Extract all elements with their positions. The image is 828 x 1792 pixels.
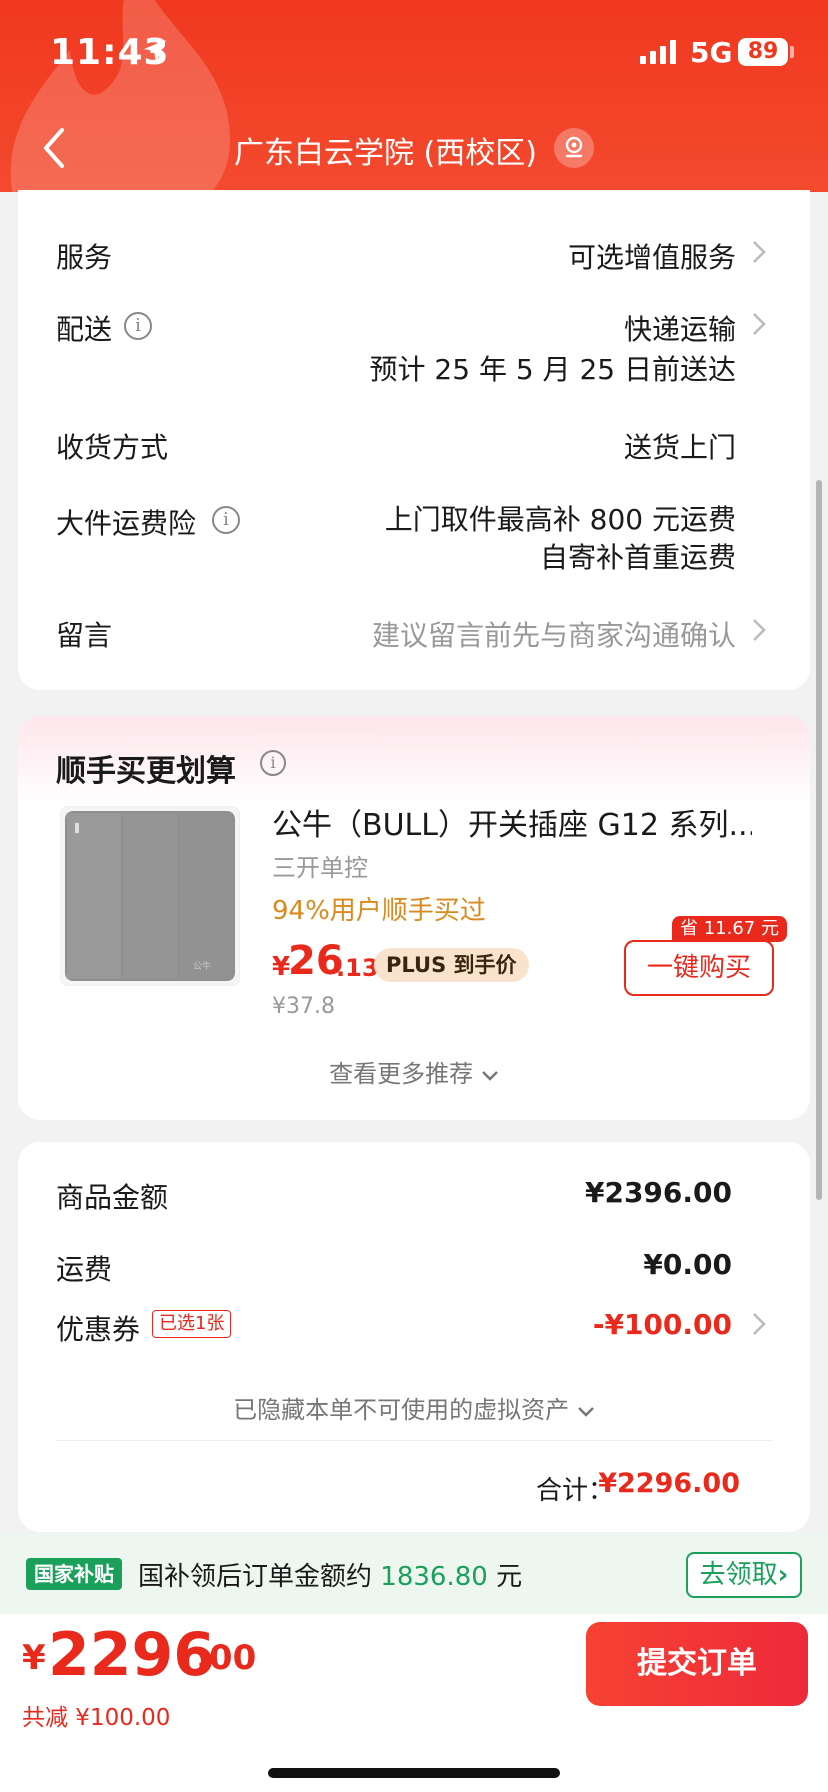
header: 11:43 5G 89 广东白云学院 (西校区) (0, 0, 828, 192)
chevron-down-icon (481, 1071, 498, 1081)
submit-order-button[interactable]: 提交订单 (586, 1622, 808, 1706)
back-arrow-icon[interactable] (40, 126, 70, 170)
shipping-value: ¥0.00 (643, 1248, 732, 1281)
message-label: 留言 (56, 619, 113, 652)
pay-currency: ¥ (22, 1638, 46, 1678)
chevron-right-icon[interactable] (752, 240, 766, 264)
insurance-label: 大件运费险 (56, 507, 197, 540)
location-pin-button[interactable] (554, 128, 594, 168)
chevron-right-icon[interactable] (752, 1312, 766, 1336)
delivery-eta: 预计 25 年 5 月 25 日前送达 (369, 353, 736, 386)
product-name[interactable]: 公牛（BULL）开关插座 G12 系列... (272, 800, 752, 844)
total-value: ¥2296.00 (598, 1468, 740, 1499)
shipping-label: 运费 (56, 1253, 113, 1286)
location-pin-icon (565, 136, 583, 158)
subsidy-text: 国补领后订单金额约 1836.80 元 (138, 1556, 522, 1593)
checkout-bar: ¥ 2296 .00 共减 ¥100.00 提交订单 (0, 1614, 828, 1792)
subsidy-badge: 国家补贴 (26, 1558, 122, 1590)
divider (56, 1440, 772, 1441)
service-value[interactable]: 可选增值服务 (568, 236, 736, 276)
recommend-title: 顺手买更划算 (56, 754, 236, 789)
receive-label: 收货方式 (56, 431, 169, 464)
scrollbar[interactable] (816, 480, 822, 1200)
goods-amount-label: 商品金额 (56, 1181, 169, 1214)
plus-price-badge: PLUS 到手价 (374, 948, 529, 982)
pay-amount-integer: 2296 (48, 1620, 215, 1690)
delivery-info-icon[interactable]: i (124, 312, 152, 340)
svg-text:公牛: 公牛 (193, 960, 211, 971)
insurance-info-icon[interactable]: i (212, 506, 240, 534)
network-type: 5G (690, 36, 733, 69)
claim-subsidy-button[interactable]: 去领取› (686, 1552, 802, 1598)
coupon-label: 优惠券 (56, 1313, 141, 1346)
price-summary-card: 商品金额 ¥2396.00 运费 ¥0.00 优惠券 已选1张 -¥100.00… (18, 1142, 810, 1532)
product-image[interactable]: 公牛 (60, 806, 240, 986)
subsidy-text-suffix: 元 (496, 1562, 523, 1592)
see-more-label: 查看更多推荐 (329, 1060, 474, 1088)
switch-panel-icon: 公牛 (65, 811, 235, 981)
insurance-line2: 自寄补首重运费 (539, 541, 736, 574)
coupon-selected-tag[interactable]: 已选1张 (152, 1310, 232, 1338)
location-arrow-icon (144, 40, 166, 62)
recommend-info-icon[interactable]: i (260, 750, 286, 776)
signal-icon (640, 40, 676, 64)
delivery-label: 配送 (56, 313, 113, 346)
national-subsidy-bar: 国家补贴 国补领后订单金额约 1836.80 元 去领取› (0, 1534, 828, 1614)
coupon-value[interactable]: -¥100.00 (593, 1308, 732, 1341)
home-indicator[interactable] (268, 1768, 560, 1778)
hidden-assets-toggle[interactable]: 已隐藏本单不可使用的虚拟资产 (18, 1390, 810, 1425)
status-bar: 11:43 5G 89 (0, 0, 828, 100)
original-price: ¥37.8 (272, 994, 335, 1019)
subsidy-text-prefix: 国补领后订单金额约 (138, 1562, 373, 1592)
message-input[interactable]: 建议留言前先与商家沟通确认 (372, 614, 736, 654)
product-bought-rate: 94%用户顺手买过 (272, 896, 486, 926)
one-click-buy-button[interactable]: 一键购买 (624, 940, 774, 996)
price-decimal: .13 (336, 954, 379, 982)
battery-tip (790, 46, 794, 58)
battery-icon: 89 (738, 38, 788, 66)
delivery-value[interactable]: 快递运输 (624, 308, 736, 348)
save-amount-tag: 省 11.67 元 (672, 916, 787, 942)
chevron-right-icon[interactable] (752, 312, 766, 336)
recommend-card: 顺手买更划算 i 公牛 公牛（BULL）开关插座 G12 系列... 三开单控 … (18, 716, 810, 1120)
chevron-right-icon[interactable] (752, 618, 766, 642)
pay-amount-decimal: .00 (196, 1638, 257, 1678)
receive-value: 送货上门 (623, 431, 736, 464)
chevron-right-icon: › (777, 1560, 789, 1590)
product-spec: 三开单控 (272, 854, 368, 882)
goods-amount-value: ¥2396.00 (584, 1176, 732, 1209)
subsidy-amount: 1836.80 (380, 1562, 488, 1592)
service-label: 服务 (56, 241, 113, 274)
claim-label: 去领取 (699, 1560, 778, 1590)
chevron-down-icon (577, 1407, 594, 1417)
see-more-recommend-link[interactable]: 查看更多推荐 (18, 1054, 810, 1089)
hidden-assets-label: 已隐藏本单不可使用的虚拟资产 (233, 1396, 570, 1424)
insurance-line1: 上门取件最高补 800 元运费 (384, 503, 736, 536)
page-title[interactable]: 广东白云学院 (西校区) (234, 128, 537, 172)
total-discount: 共减 ¥100.00 (22, 1705, 171, 1731)
order-options-card: 服务 可选增值服务 配送 i 快递运输 预计 25 年 5 月 25 日前送达 … (18, 190, 810, 690)
